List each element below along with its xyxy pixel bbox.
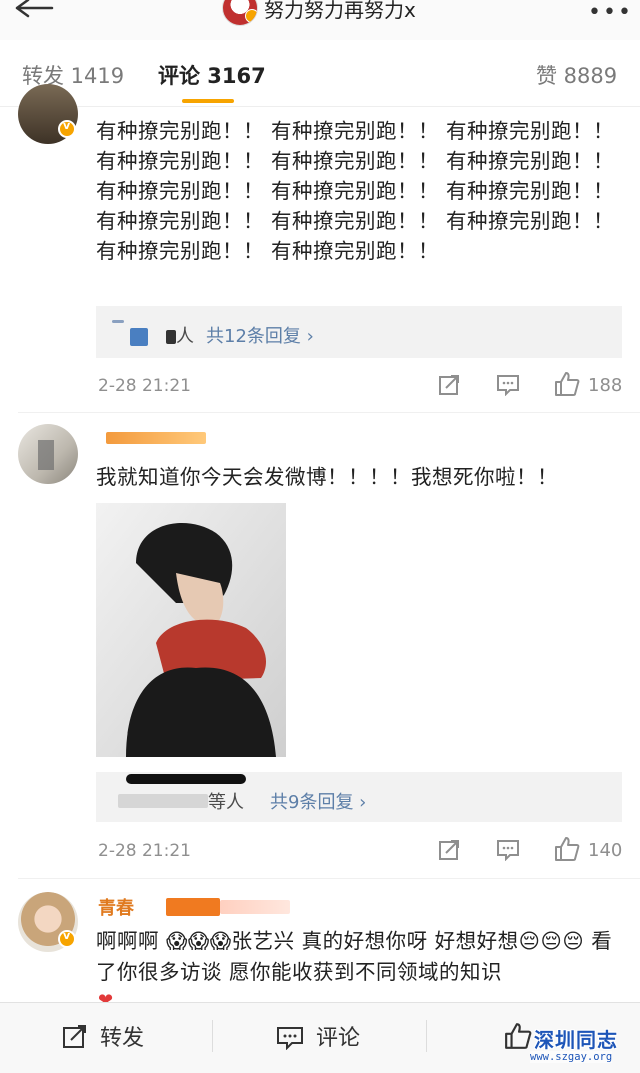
divider [18, 412, 640, 413]
blurred-name[interactable] [106, 432, 206, 444]
blurred-name [220, 900, 290, 914]
reply-summary[interactable]: 等人 共9条回复 › [96, 772, 622, 822]
comment-icon[interactable] [276, 1026, 304, 1050]
comment-time: 2-28 21:21 [98, 841, 191, 861]
like-button-icon[interactable] [504, 1022, 532, 1050]
separator [212, 1020, 213, 1052]
reply-users-label: 等人 [208, 792, 244, 813]
tab-likes[interactable]: 赞 8889 [536, 60, 617, 90]
forward-icon[interactable] [438, 374, 460, 396]
verified-icon [58, 119, 76, 138]
verified-icon [58, 929, 76, 948]
reply-count-link[interactable]: 共12条回复 › [206, 322, 314, 348]
back-arrow-icon[interactable] [14, 0, 54, 22]
blurred-name [166, 898, 220, 916]
blurred-name [166, 330, 176, 344]
reply-summary[interactable]: 人 共12条回复 › [96, 306, 622, 358]
like-count: 188 [588, 375, 623, 396]
comment-text: 啊啊啊 😱😱😱张艺兴 真的好想你呀 好想好想😔😔😔 看了你很多访谈 愿你能收获到… [96, 929, 613, 984]
reply-count-link[interactable]: 共9条回复 › [270, 788, 366, 814]
like-count: 140 [588, 840, 623, 861]
blurred-name [126, 774, 246, 784]
comment-photo[interactable] [96, 503, 286, 757]
repost-icon[interactable] [62, 1024, 88, 1050]
blurred-name [118, 794, 208, 808]
comment-avatar[interactable] [18, 424, 78, 484]
separator [426, 1020, 427, 1052]
verified-icon [245, 9, 257, 23]
comment-text: 我就知道你今天会发微博！！！！我想死你啦！！ [96, 465, 558, 489]
reply-users-label: 人 [176, 326, 194, 347]
watermark-url: www.szgay.org [530, 1051, 613, 1063]
comment-icon[interactable] [496, 839, 520, 861]
forward-icon[interactable] [438, 839, 460, 861]
blurred-name [112, 320, 124, 323]
comment-button[interactable]: 评论 [316, 1020, 360, 1052]
blurred-name [130, 328, 148, 346]
like-icon[interactable] [554, 836, 580, 862]
active-tab-indicator [182, 99, 234, 103]
watermark-text: 深圳同志 [534, 1028, 618, 1052]
blurred-avatar [38, 440, 54, 470]
comment-icon[interactable] [496, 374, 520, 396]
repost-button[interactable]: 转发 [100, 1020, 144, 1052]
commenter-name[interactable]: 青春 [98, 894, 134, 920]
comment-time: 2-28 21:21 [98, 376, 191, 396]
watermark: 深圳同志 www.szgay.org [530, 1024, 634, 1068]
more-icon[interactable]: ••• [588, 0, 633, 25]
tab-comments[interactable]: 评论 3167 [158, 60, 266, 90]
divider [18, 878, 640, 879]
author-name[interactable]: 努力努力再努力x [264, 0, 416, 23]
comment-text: 有种撩完别跑！！ 有种撩完别跑！！ 有种撩完别跑！！ 有种撩完别跑！！ 有种撩完… [96, 119, 615, 263]
like-icon[interactable] [554, 371, 580, 397]
